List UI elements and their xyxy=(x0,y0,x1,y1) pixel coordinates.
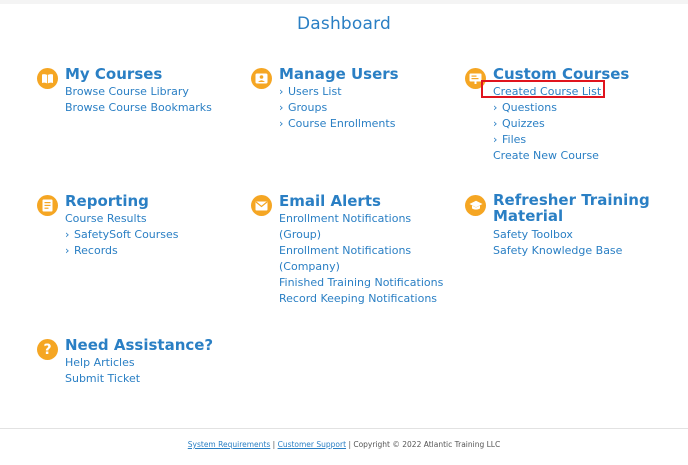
link-groups[interactable]: Groups xyxy=(270,100,395,116)
link-submit-ticket[interactable]: Submit Ticket xyxy=(65,371,140,387)
footer-divider xyxy=(0,428,688,429)
link-users-list[interactable]: Users List xyxy=(270,84,395,100)
top-bar xyxy=(0,0,688,4)
link-quizzes[interactable]: Quizzes xyxy=(484,116,601,132)
link-browse-course-library[interactable]: Browse Course Library xyxy=(65,84,212,100)
link-record-keeping-notifications[interactable]: Record Keeping Notifications xyxy=(279,291,443,307)
refresher-title: Refresher Training Material xyxy=(493,192,650,224)
question-icon: ? xyxy=(37,339,58,360)
refresher-title-line2: Material xyxy=(493,207,564,225)
link-enrollment-notifications-company-suffix[interactable]: (Company) xyxy=(279,259,443,275)
my-courses-title: My Courses xyxy=(65,65,163,83)
reporting-title: Reporting xyxy=(65,192,149,210)
link-files[interactable]: Files xyxy=(484,132,601,148)
link-create-new-course[interactable]: Create New Course xyxy=(493,148,601,164)
envelope-icon xyxy=(251,195,272,216)
book-icon xyxy=(37,68,58,89)
link-safetysoft-courses[interactable]: SafetySoft Courses xyxy=(56,227,179,243)
need-assistance-title: Need Assistance? xyxy=(65,336,214,354)
footer: System Requirements | Customer Support |… xyxy=(0,440,688,449)
graduation-cap-icon xyxy=(465,195,486,216)
link-help-articles[interactable]: Help Articles xyxy=(65,355,140,371)
link-enrollment-notifications-group-suffix[interactable]: (Group) xyxy=(279,227,443,243)
email-alerts-title: Email Alerts xyxy=(279,192,381,210)
link-browse-course-bookmarks[interactable]: Browse Course Bookmarks xyxy=(65,100,212,116)
manage-users-title: Manage Users xyxy=(279,65,399,83)
link-enrollment-notifications-group[interactable]: Enrollment Notifications xyxy=(279,211,443,227)
link-course-results[interactable]: Course Results xyxy=(65,211,179,227)
link-customer-support[interactable]: Customer Support xyxy=(278,440,346,449)
link-finished-training-notifications[interactable]: Finished Training Notifications xyxy=(279,275,443,291)
link-course-enrollments[interactable]: Course Enrollments xyxy=(270,116,395,132)
page-title: Dashboard xyxy=(296,14,392,34)
footer-copyright: | Copyright © 2022 Atlantic Training LLC xyxy=(348,440,501,449)
report-icon xyxy=(37,195,58,216)
footer-separator: | xyxy=(272,440,276,449)
link-records[interactable]: Records xyxy=(56,243,179,259)
highlight-box xyxy=(481,80,605,98)
link-enrollment-notifications-company[interactable]: Enrollment Notifications xyxy=(279,243,443,259)
link-system-requirements[interactable]: System Requirements xyxy=(188,440,271,449)
link-questions[interactable]: Questions xyxy=(484,100,601,116)
link-safety-knowledge-base[interactable]: Safety Knowledge Base xyxy=(493,243,622,259)
link-safety-toolbox[interactable]: Safety Toolbox xyxy=(493,227,622,243)
user-card-icon xyxy=(251,68,272,89)
